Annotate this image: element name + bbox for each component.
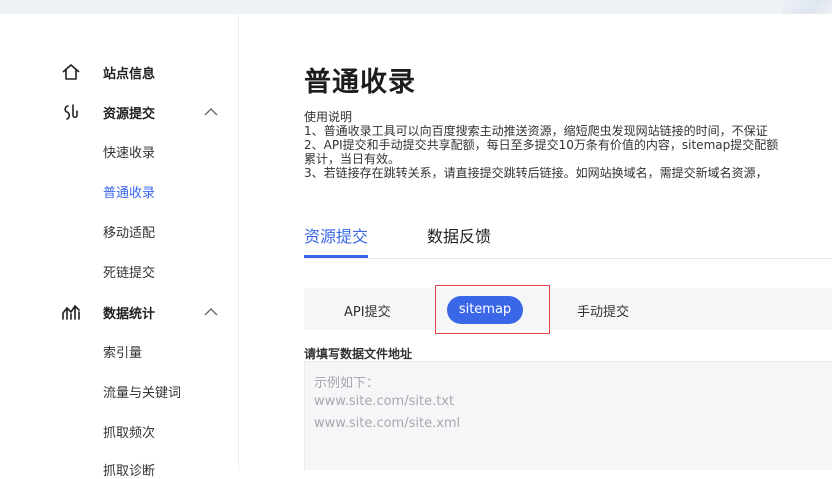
active-tab-indicator: [304, 255, 368, 258]
resource-submit-icon: [61, 102, 81, 122]
placeholder-line: 示例如下：: [314, 376, 380, 391]
desc-line: 累计，当日有效。: [304, 152, 401, 166]
home-icon: [61, 62, 81, 82]
top-bar: [0, 0, 832, 14]
placeholder-line: www.site.com/site.txt: [314, 394, 455, 409]
submit-method-tabs: API提交 sitemap 手动提交: [304, 285, 832, 334]
desc-line: 使用说明: [304, 110, 353, 124]
sidebar-subitem-index-volume[interactable]: 索引量: [103, 342, 142, 361]
sidebar-item-site-info[interactable]: 站点信息: [0, 56, 238, 88]
data-file-url-input[interactable]: 示例如下： www.site.com/site.txt www.site.com…: [304, 361, 832, 470]
sidebar-item-data-stats[interactable]: 数据统计: [0, 296, 238, 328]
sidebar: 站点信息 资源提交 快速收录 普通收录 移动适配 死链提交 数据统计 索引量 流…: [0, 14, 239, 479]
subtab-api[interactable]: API提交: [344, 301, 391, 320]
subtab-manual[interactable]: 手动提交: [577, 301, 629, 320]
sidebar-item-label: 数据统计: [103, 307, 156, 322]
top-bar-decoration: [782, 0, 832, 14]
sidebar-item-label: 站点信息: [103, 67, 156, 82]
desc-line: 2、API提交和手动提交共享配额，每日至多提交10万条有价值的内容，sitema…: [304, 138, 779, 152]
highlight-box: [435, 285, 550, 334]
sidebar-subitem-crawl-frequency[interactable]: 抓取频次: [103, 422, 155, 441]
chart-icon: [61, 302, 81, 322]
sidebar-item-resource-submit[interactable]: 资源提交: [0, 96, 238, 128]
sidebar-subitem-mobile-adapt[interactable]: 移动适配: [103, 222, 155, 241]
sidebar-subitem-quick-index[interactable]: 快速收录: [103, 142, 155, 161]
tab-data-feedback[interactable]: 数据反馈: [427, 223, 491, 247]
chevron-up-icon[interactable]: [203, 104, 219, 120]
desc-line: 3、若链接存在跳转关系，请直接提交跳转后链接。如网站换域名，需提交新域名资源，: [304, 166, 768, 180]
field-label: 请填写数据文件地址: [304, 347, 413, 361]
usage-description: 使用说明 1、普通收录工具可以向百度搜索主动推送资源，缩短爬虫发现网站链接的时间…: [304, 110, 832, 180]
main-content: 普通收录 使用说明 1、普通收录工具可以向百度搜索主动推送资源，缩短爬虫发现网站…: [239, 14, 832, 470]
sidebar-subitem-dead-link[interactable]: 死链提交: [103, 262, 155, 281]
sidebar-subitem-normal-index[interactable]: 普通收录: [103, 182, 155, 201]
sidebar-item-label: 资源提交: [103, 107, 156, 122]
sidebar-subitem-traffic-keywords[interactable]: 流量与关键词: [103, 382, 181, 401]
chevron-up-icon[interactable]: [203, 304, 219, 320]
placeholder-line: www.site.com/site.xml: [314, 416, 461, 431]
desc-line: 1、普通收录工具可以向百度搜索主动推送资源，缩短爬虫发现网站链接的时间，不保证: [304, 124, 768, 138]
page-title: 普通收录: [304, 67, 416, 98]
tab-resource-submit[interactable]: 资源提交: [304, 223, 368, 247]
main-tabs: 资源提交 数据反馈: [304, 218, 832, 259]
